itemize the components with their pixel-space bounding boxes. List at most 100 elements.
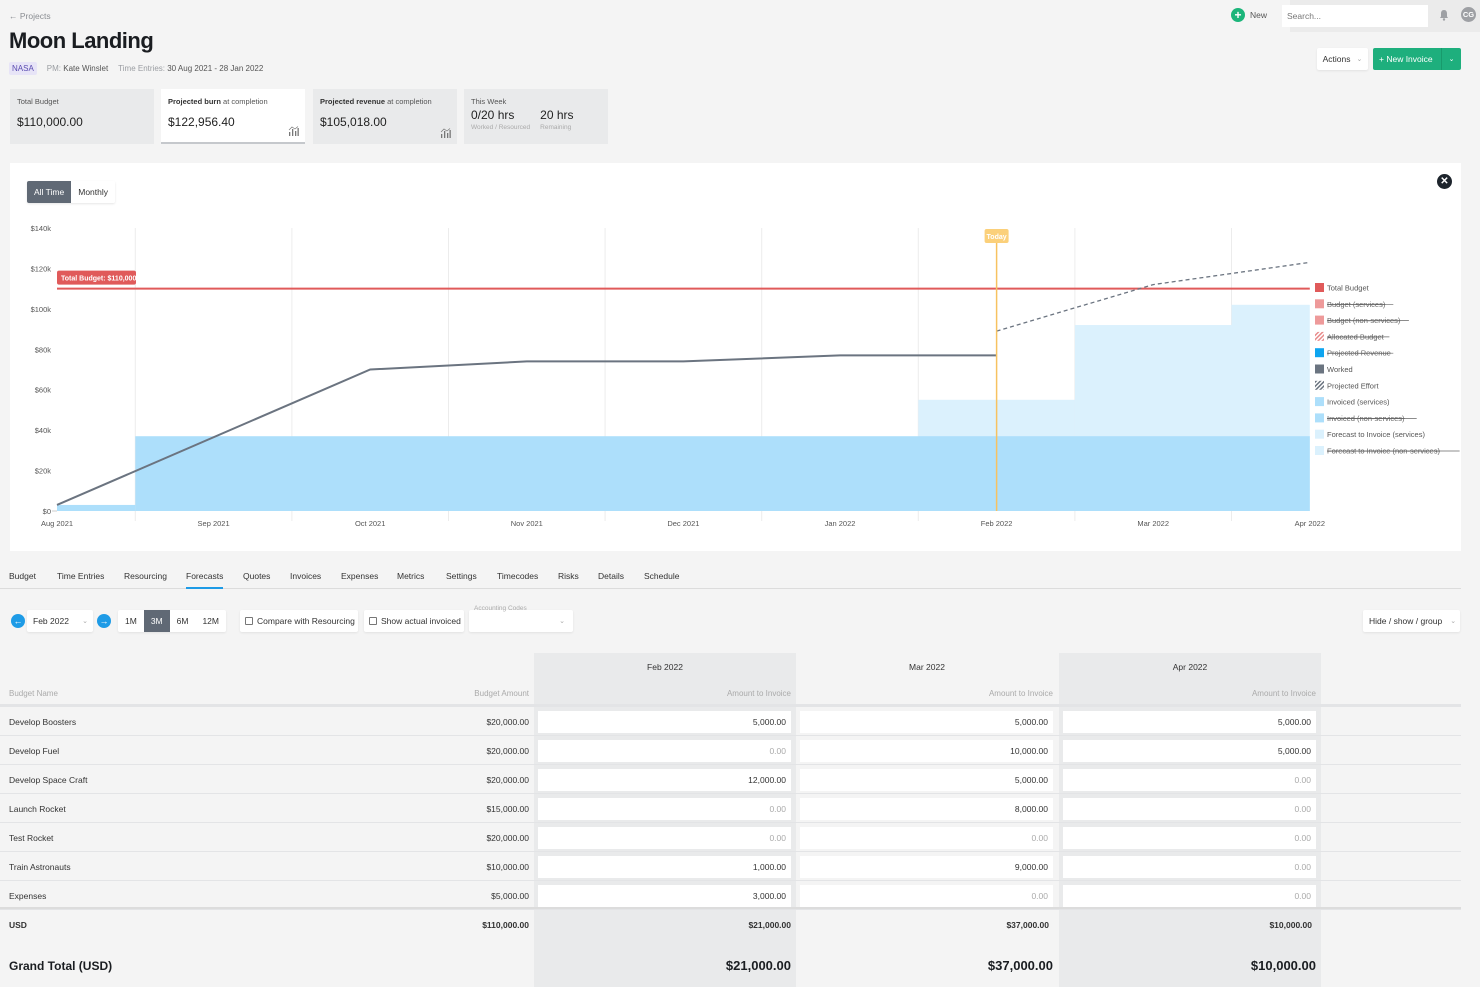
projected-revenue-value: $105,018.00 — [320, 115, 387, 129]
y-tick-label: $20k — [35, 467, 52, 476]
chevron-down-icon: ⌄ — [82, 618, 88, 625]
close-chart-icon[interactable]: ✕ — [1437, 174, 1452, 189]
budget-name: Develop Boosters — [9, 717, 77, 727]
amount-to-invoice-input[interactable] — [800, 798, 1053, 820]
amount-to-invoice-input[interactable] — [1063, 827, 1316, 849]
tab-resourcing[interactable]: Resourcing — [124, 571, 167, 581]
legend-item-total-budget[interactable]: Total Budget — [1327, 284, 1370, 293]
project-tabs: Budget Time Entries Resourcing Forecasts Quo… — [0, 566, 1461, 589]
amount-to-invoice-input[interactable] — [1063, 769, 1316, 791]
actions-dropdown[interactable]: Actions ⌄ — [1317, 48, 1368, 70]
compare-resourcing-checkbox[interactable]: Compare with Resourcing — [240, 610, 358, 632]
bar-chart-icon[interactable] — [288, 126, 299, 136]
budget-amount: $20,000.00 — [486, 833, 529, 843]
month-total: $10,000.00 — [1269, 920, 1312, 930]
range-6m-button[interactable]: 6M — [169, 610, 196, 632]
projected-burn-card[interactable]: Projected burn at completion $122,956.40 — [161, 89, 305, 144]
amount-to-invoice-input[interactable] — [1063, 798, 1316, 820]
y-tick-label: $140k — [31, 224, 52, 233]
client-badge[interactable]: NASA — [9, 62, 37, 75]
month-select[interactable]: Feb 2022 ⌄ — [27, 610, 93, 632]
bar-chart-icon[interactable] — [440, 128, 451, 138]
amount-to-invoice-input[interactable] — [538, 769, 791, 791]
tab-invoices[interactable]: Invoices — [290, 571, 321, 581]
this-week-card[interactable]: This Week 0/20 hrs Worked / Resourced 20… — [464, 89, 608, 144]
range-selector: 1M 3M 6M 12M — [118, 610, 226, 632]
amount-to-invoice-input[interactable] — [1063, 856, 1316, 878]
new-invoice-button[interactable]: + New Invoice ⌄ — [1373, 48, 1461, 70]
legend-item-invoiced-services[interactable]: Invoiced (services) — [1327, 398, 1390, 407]
remaining-sub-label: Remaining — [540, 124, 572, 131]
user-avatar[interactable]: CG — [1461, 7, 1476, 22]
y-tick-label: $100k — [31, 305, 52, 314]
tab-forecasts[interactable]: Forecasts — [186, 571, 224, 589]
show-actual-invoiced-checkbox[interactable]: Show actual invoiced — [364, 610, 464, 632]
legend-item-worked[interactable]: Worked — [1327, 365, 1353, 374]
range-12m-button[interactable]: 12M — [195, 610, 226, 632]
hide-show-group-dropdown[interactable]: Hide / show / group ⌄ — [1363, 610, 1460, 632]
range-1m-button[interactable]: 1M — [118, 610, 144, 632]
invoiced-services-bar — [57, 504, 136, 511]
month-select-value: Feb 2022 — [33, 616, 69, 626]
new-invoice-label[interactable]: + New Invoice — [1373, 54, 1441, 64]
range-3m-button[interactable]: 3M — [143, 610, 170, 632]
bell-icon[interactable] — [1439, 9, 1449, 21]
new-invoice-menu-chevron-icon[interactable]: ⌄ — [1441, 48, 1461, 70]
tab-quotes[interactable]: Quotes — [243, 571, 270, 581]
accounting-codes-select[interactable]: ⌄ — [469, 610, 573, 632]
chevron-down-icon: ⌄ — [1450, 618, 1457, 625]
amount-to-invoice-input[interactable] — [800, 711, 1053, 733]
amount-to-invoice-input[interactable] — [1063, 885, 1316, 907]
all-time-toggle[interactable]: All Time — [27, 181, 72, 203]
next-month-arrow-icon[interactable]: → — [97, 614, 111, 628]
monthly-toggle[interactable]: Monthly — [71, 181, 115, 203]
time-entries-range: 30 Aug 2021 - 28 Jan 2022 — [167, 64, 264, 73]
chart-panel: $0 $20k $40k $60k $80k $100k $120k $140k Aug 202… — [10, 163, 1461, 551]
budget-amount-header[interactable]: Budget Amount — [380, 689, 529, 698]
tab-details[interactable]: Details — [598, 571, 624, 581]
table-row: Test Rocket $20,000.00 — [0, 823, 1461, 852]
x-tick-label: Feb 2022 — [981, 519, 1013, 528]
total-budget-label: Total Budget — [17, 97, 59, 106]
worked-sub-label: Worked / Resourced — [471, 124, 531, 131]
amount-to-invoice-input[interactable] — [538, 711, 791, 733]
worked-value: 0/20 hrs — [471, 108, 515, 122]
tab-schedule[interactable]: Schedule — [644, 571, 679, 581]
amount-to-invoice-input[interactable] — [800, 827, 1053, 849]
amount-to-invoice-input[interactable] — [538, 827, 791, 849]
tab-metrics[interactable]: Metrics — [397, 571, 424, 581]
tab-budget[interactable]: Budget — [9, 571, 36, 581]
budget-name: Launch Rocket — [9, 804, 66, 814]
legend-item-forecast-to-invoice-services[interactable]: Forecast to Invoice (services) — [1327, 430, 1425, 439]
tab-risks[interactable]: Risks — [558, 571, 579, 581]
amount-to-invoice-input[interactable] — [800, 769, 1053, 791]
checkbox-icon[interactable] — [369, 617, 377, 625]
total-budget-card[interactable]: Total Budget $110,000.00 — [10, 89, 154, 144]
checkbox-icon[interactable] — [245, 617, 253, 625]
amount-to-invoice-input[interactable] — [538, 740, 791, 762]
budget-name: Test Rocket — [9, 833, 54, 843]
projected-revenue-card[interactable]: Projected revenue at completion $105,018… — [313, 89, 457, 144]
month-total: $21,000.00 — [748, 920, 791, 930]
tab-settings[interactable]: Settings — [446, 571, 477, 581]
amount-to-invoice-input[interactable] — [800, 885, 1053, 907]
amount-to-invoice-input[interactable] — [800, 740, 1053, 762]
chart-view-toggle: All Time Monthly — [27, 181, 115, 203]
amount-to-invoice-input[interactable] — [538, 798, 791, 820]
tab-expenses[interactable]: Expenses — [341, 571, 378, 581]
previous-month-arrow-icon[interactable]: ← — [11, 614, 25, 628]
back-to-projects-link[interactable]: ← Projects — [9, 11, 51, 21]
chevron-down-icon: ⌄ — [1356, 56, 1363, 63]
amount-to-invoice-input[interactable] — [538, 856, 791, 878]
amount-to-invoice-input[interactable] — [1063, 740, 1316, 762]
new-button[interactable]: + New — [1231, 8, 1267, 22]
amount-to-invoice-input[interactable] — [538, 885, 791, 907]
budget-name-header[interactable]: Budget Name — [9, 689, 58, 698]
legend-item-projected-effort[interactable]: Projected Effort — [1327, 381, 1379, 390]
search-input[interactable] — [1282, 5, 1428, 27]
legend-swatch — [1315, 315, 1324, 325]
tab-time-entries[interactable]: Time Entries — [57, 571, 104, 581]
amount-to-invoice-input[interactable] — [1063, 711, 1316, 733]
tab-timecodes[interactable]: Timecodes — [497, 571, 538, 581]
amount-to-invoice-input[interactable] — [800, 856, 1053, 878]
